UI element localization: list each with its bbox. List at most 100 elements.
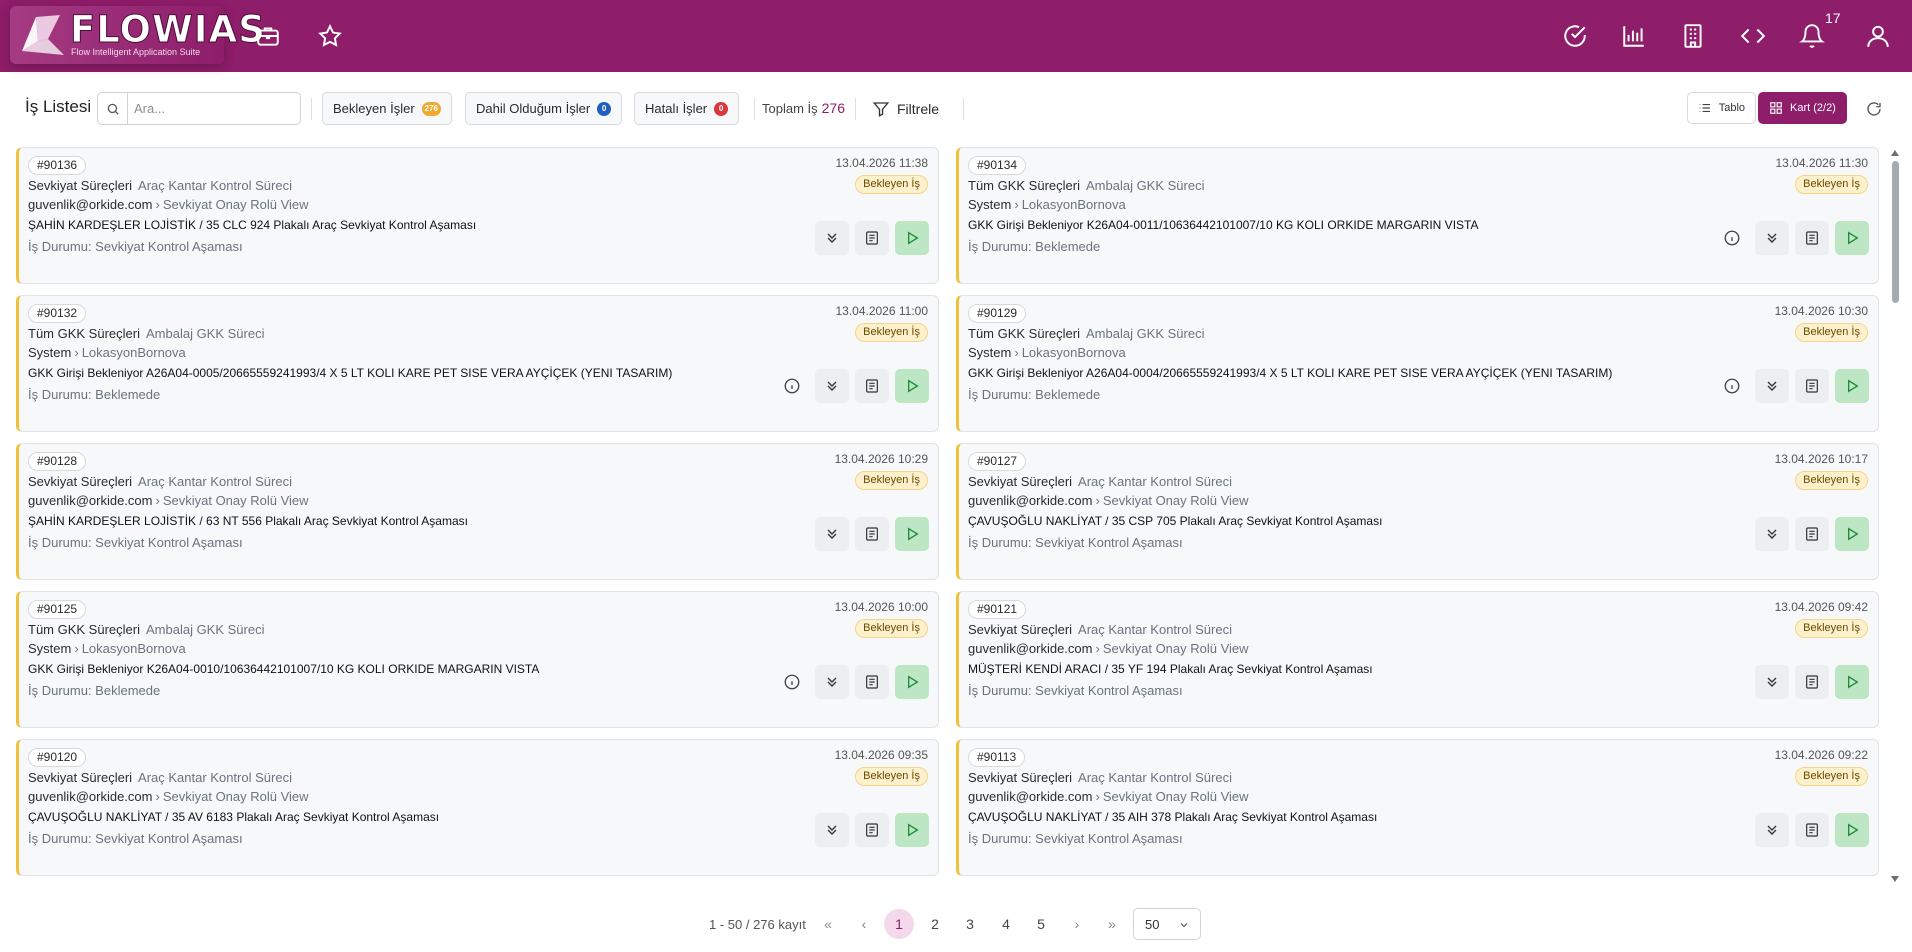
details-button[interactable] [855, 221, 889, 255]
scroll-down-icon[interactable] [1891, 876, 1899, 882]
pagination: 1 - 50 / 276 kayıt « ‹ 1 2 3 4 5 › » 50 [12, 906, 1900, 942]
start-task-button[interactable] [1835, 369, 1869, 403]
task-user: guvenlik@orkide.com [28, 789, 153, 804]
search-icon[interactable] [98, 93, 128, 124]
details-button[interactable] [855, 369, 889, 403]
info-icon[interactable] [775, 369, 809, 403]
first-page-icon[interactable]: « [813, 909, 843, 939]
task-card[interactable]: #90134 13.04.2026 11:30 Bekleyen İş Tüm GKK… [956, 147, 1879, 284]
task-card[interactable]: #90128 13.04.2026 10:29 Bekleyen İş Sevkiya… [16, 443, 939, 580]
details-button[interactable] [1795, 665, 1829, 699]
task-actions [1709, 369, 1869, 403]
page-size-select[interactable]: 50 [1133, 908, 1201, 940]
task-card[interactable]: #90129 13.04.2026 10:30 Bekleyen İş Tüm GKK… [956, 295, 1879, 432]
expand-button[interactable] [815, 813, 849, 847]
task-id: #90128 [28, 452, 87, 471]
start-task-button[interactable] [895, 665, 929, 699]
start-task-button[interactable] [895, 813, 929, 847]
page-5[interactable]: 5 [1026, 909, 1056, 939]
check-circle-icon[interactable] [1559, 20, 1591, 52]
search-input[interactable] [134, 98, 294, 119]
error-tasks-chip[interactable]: Hatalı İşler 0 [634, 92, 740, 125]
task-description: GKK Girişi Bekleniyor K26A04-0010/106364… [28, 662, 540, 676]
expand-button[interactable] [815, 221, 849, 255]
task-category-line: Sevkiyat Süreçleri Araç Kantar Kontrol Sü… [28, 178, 292, 193]
bell-icon[interactable] [1796, 20, 1828, 52]
expand-button[interactable] [1755, 517, 1789, 551]
page-3[interactable]: 3 [955, 909, 985, 939]
page-2[interactable]: 2 [920, 909, 950, 939]
task-status: İş Durumu: Sevkiyat Kontrol Aşaması [968, 831, 1183, 846]
task-user-line: System › LokasyonBornova [968, 345, 1126, 360]
task-role: LokasyonBornova [1021, 345, 1126, 360]
page-1[interactable]: 1 [884, 909, 914, 939]
start-task-button[interactable] [1835, 517, 1869, 551]
star-icon[interactable] [314, 20, 346, 52]
card-view-button[interactable]: Kart (2/2) [1758, 92, 1847, 124]
start-task-button[interactable] [1835, 665, 1869, 699]
document-icon [1804, 822, 1820, 838]
task-description: ŞAHİN KARDEŞLER LOJİSTİK / 35 CLC 924 Pl… [28, 218, 477, 232]
expand-button[interactable] [815, 517, 849, 551]
details-button[interactable] [855, 517, 889, 551]
expand-button[interactable] [1755, 369, 1789, 403]
info-icon[interactable] [775, 665, 809, 699]
expand-button[interactable] [1755, 221, 1789, 255]
details-button[interactable] [1795, 813, 1829, 847]
pending-tasks-chip[interactable]: Bekleyen İşler 276 [322, 92, 453, 125]
table-view-button[interactable]: Tablo [1687, 92, 1756, 124]
expand-button[interactable] [1755, 813, 1789, 847]
details-button[interactable] [1795, 221, 1829, 255]
task-card[interactable]: #90113 13.04.2026 09:22 Bekleyen İş Sevkiya… [956, 739, 1879, 876]
briefcase-icon[interactable] [252, 20, 284, 52]
start-task-button[interactable] [895, 517, 929, 551]
details-button[interactable] [1795, 517, 1829, 551]
content-panel: İş Listesi Bekleyen İşler 276 Dahil Oldu… [12, 84, 1900, 952]
start-task-button[interactable] [1835, 221, 1869, 255]
task-card[interactable]: #90136 13.04.2026 11:38 Bekleyen İş Sevkiya… [16, 147, 939, 284]
task-card[interactable]: #90127 13.04.2026 10:17 Bekleyen İş Sevkiya… [956, 443, 1879, 580]
user-icon[interactable] [1862, 20, 1894, 52]
info-icon[interactable] [1715, 369, 1749, 403]
filter-button[interactable]: Filtrele [872, 92, 939, 125]
included-tasks-chip[interactable]: Dahil Olduğum İşler 0 [465, 92, 623, 125]
task-card[interactable]: #90125 13.04.2026 10:00 Bekleyen İş Tüm GKK… [16, 591, 939, 728]
details-button[interactable] [1795, 369, 1829, 403]
previous-page-icon[interactable]: ‹ [849, 909, 879, 939]
expand-button[interactable] [815, 665, 849, 699]
details-button[interactable] [855, 665, 889, 699]
expand-button[interactable] [815, 369, 849, 403]
task-description: ÇAVUŞOĞLU NAKLİYAT / 35 AV 6183 Plakalı … [28, 810, 440, 824]
start-task-button[interactable] [895, 221, 929, 255]
task-card[interactable]: #90121 13.04.2026 09:42 Bekleyen İş Sevkiya… [956, 591, 1879, 728]
start-task-button[interactable] [895, 369, 929, 403]
task-category-line: Sevkiyat Süreçleri Araç Kantar Kontrol Sü… [968, 770, 1232, 785]
last-page-icon[interactable]: » [1097, 909, 1127, 939]
task-role: Sevkiyat Onay Rolü View [1102, 493, 1249, 508]
scroll-up-icon[interactable] [1891, 150, 1899, 156]
app-logo[interactable]: FLOWIAS Flow Intelligent Application Sui… [10, 6, 265, 64]
code-icon[interactable] [1737, 20, 1769, 52]
notification-count: 17 [1825, 10, 1841, 26]
status-badge: Bekleyen İş [855, 175, 928, 194]
expand-button[interactable] [1755, 665, 1789, 699]
building-icon[interactable] [1677, 20, 1709, 52]
info-icon[interactable] [1715, 221, 1749, 255]
next-page-icon[interactable]: › [1062, 909, 1092, 939]
details-button[interactable] [855, 813, 889, 847]
search-box[interactable] [97, 92, 301, 125]
task-user: System [28, 345, 72, 360]
top-bar: FLOWIAS Flow Intelligent Application Sui… [0, 0, 1912, 72]
refresh-icon[interactable] [1861, 96, 1887, 122]
page-4[interactable]: 4 [991, 909, 1021, 939]
task-user: System [968, 345, 1012, 360]
scrollbar-thumb[interactable] [1892, 161, 1899, 303]
task-card[interactable]: #90120 13.04.2026 09:35 Bekleyen İş Sevkiya… [16, 739, 939, 876]
total-tasks-count: 276 [821, 100, 845, 116]
bar-chart-icon[interactable] [1618, 20, 1650, 52]
document-icon [1804, 230, 1820, 246]
task-card[interactable]: #90132 13.04.2026 11:00 Bekleyen İş Tüm GKK… [16, 295, 939, 432]
list-scrollbar[interactable] [1890, 147, 1900, 887]
start-task-button[interactable] [1835, 813, 1869, 847]
task-actions [809, 221, 929, 255]
